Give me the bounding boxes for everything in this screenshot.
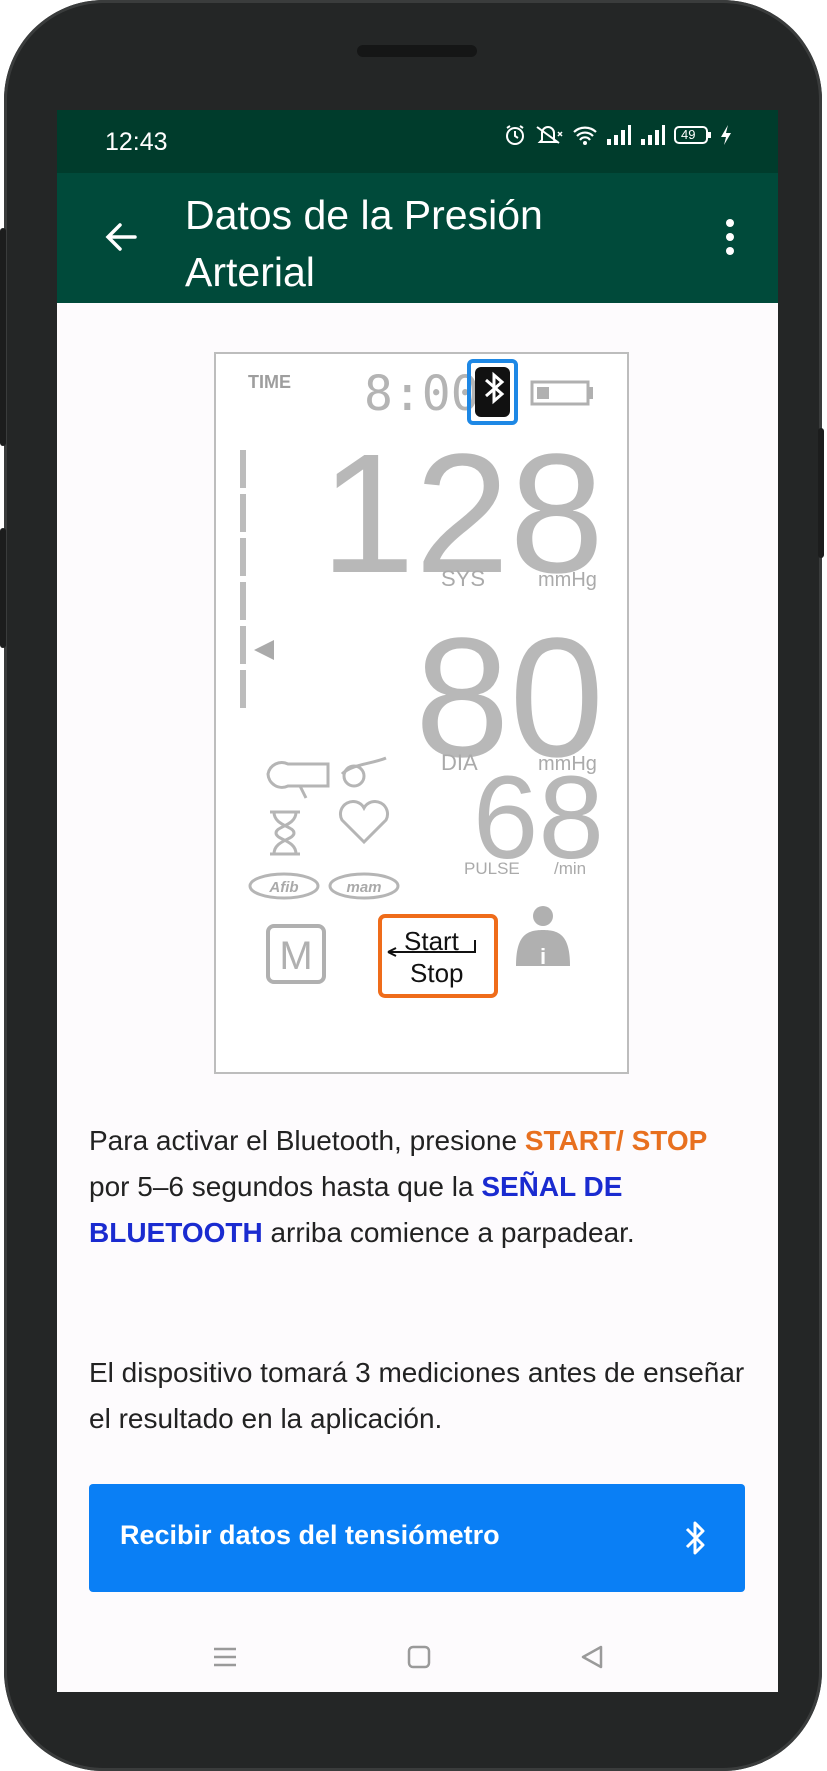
sys-label: SYS [441,566,485,591]
user-icon: i [516,906,570,969]
scale-bar [240,450,246,488]
arm-cuff-icon [340,756,387,788]
svg-text:i: i [540,944,546,969]
status-bar: 12:43 49 [57,110,778,173]
app-bar: Datos de la Presión Arterial [57,173,778,303]
bluetooth-icon [683,1518,709,1558]
afib-label: Afib [268,879,298,896]
instructions-part-2: por 5–6 segundos hasta que la [89,1171,482,1202]
instructions-part-1: Para activar el Bluetooth, presione [89,1125,525,1156]
battery-icon: 49 [674,124,712,151]
arrow-left-icon[interactable] [101,217,141,257]
recents-icon[interactable] [212,1644,238,1675]
phone-frame: 12:43 49 Datos de la Presión Arterial TI… [0,0,824,1771]
cuff-icon [266,761,330,799]
home-icon[interactable] [406,1644,432,1675]
heart-icon [338,799,390,845]
navigation-bar [57,1630,778,1692]
mute-icon [534,124,564,151]
sys-unit: mmHg [538,569,597,591]
more-vert-icon[interactable] [724,217,736,257]
measurement-note: El dispositivo tomará 3 mediciones antes… [89,1357,745,1434]
device-display-illustration: TIME 8:00 128 SYS mmHg 80 DIA mmHg 68 PU… [240,359,604,998]
receive-data-button-label: Recibir datos del tensiómetro [120,1520,500,1550]
wifi-icon [572,124,598,151]
instructions-part-3: arriba comience a parpadear. [262,1217,635,1248]
receive-data-button[interactable]: Recibir datos del tensiómetro [89,1484,745,1592]
power-button [818,428,824,558]
stop-label: Stop [410,958,464,988]
status-time: 12:43 [105,128,168,156]
device-display: TIME 8:00 128 SYS mmHg 80 DIA mmHg 68 PU… [214,352,629,1074]
instructions-text: Para activar el Bluetooth, presione STAR… [89,1118,749,1256]
volume-button [0,228,6,446]
charging-icon [720,124,732,151]
time-label: TIME [248,372,291,392]
hourglass-icon [270,810,300,856]
back-icon[interactable] [579,1644,605,1675]
signal-icon [606,124,632,151]
page-title: Datos de la Presión Arterial [185,192,543,295]
start-stop-emphasis: START/ STOP [524,1125,708,1156]
signal-icon [640,124,666,151]
status-icons: 49 [504,124,732,151]
scale-pointer-icon [254,640,274,660]
battery-level: 49 [681,127,696,142]
pulse-unit: /min [554,859,586,878]
mam-label: mam [346,879,381,896]
time-value: 8:00 [364,366,480,422]
alarm-icon [504,124,526,151]
screen: 12:43 49 Datos de la Presión Arterial TI… [57,110,778,1692]
pulse-label: PULSE [464,859,520,878]
speaker-grille [357,45,477,57]
side-button [0,528,6,648]
memory-label: M [279,934,312,978]
